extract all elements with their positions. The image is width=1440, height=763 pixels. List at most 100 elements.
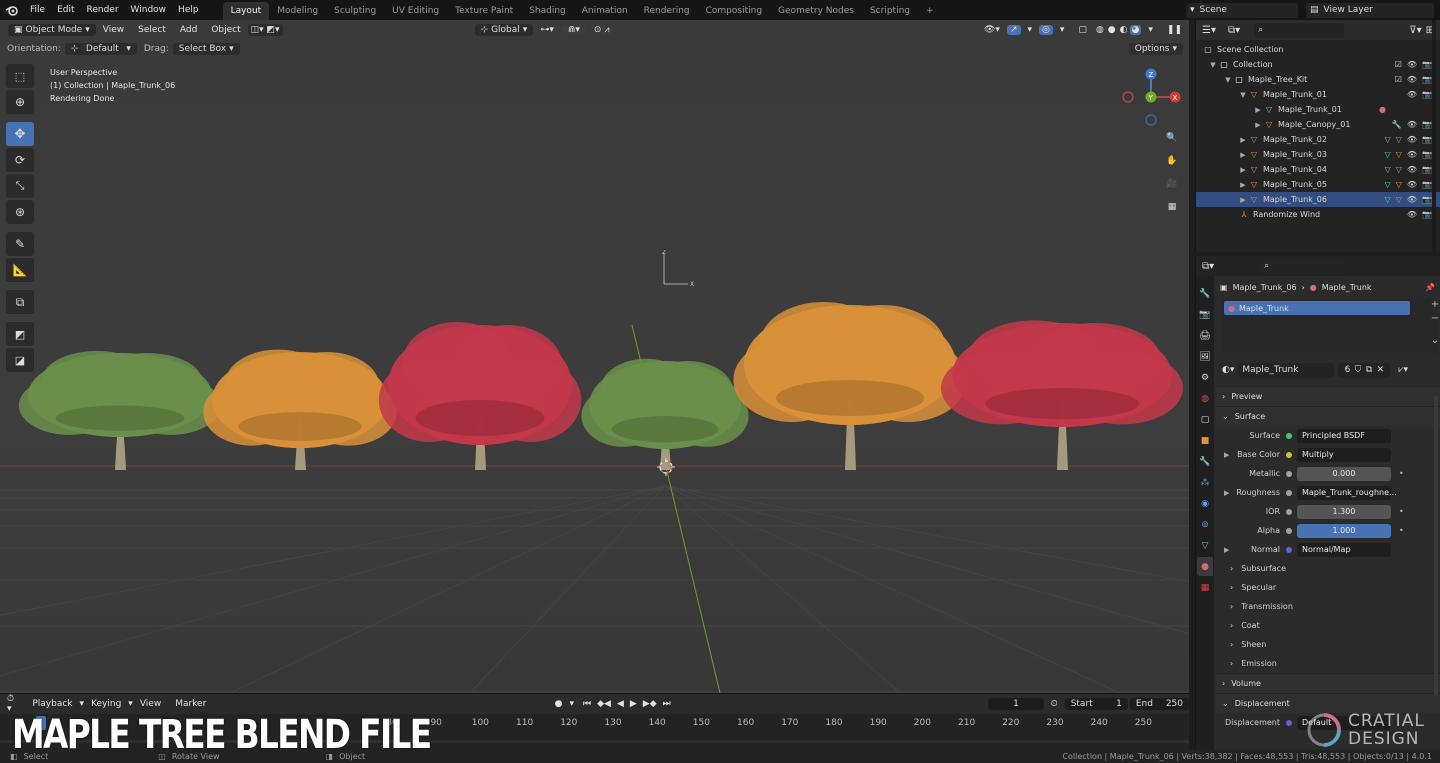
- tab-uv-editing[interactable]: UV Editing: [384, 2, 447, 20]
- blender-logo-icon[interactable]: [0, 0, 24, 20]
- maple-tree-6[interactable]: [941, 320, 1183, 470]
- socket-icon[interactable]: [1286, 451, 1292, 458]
- camera-icon[interactable]: 📷: [1422, 165, 1432, 174]
- material-tab-icon[interactable]: ●: [1197, 557, 1213, 576]
- jump-prev-keyframe-icon[interactable]: ◆◀: [594, 699, 614, 709]
- view-layer-tab-icon[interactable]: 🖼: [1197, 347, 1213, 366]
- jump-to-start-icon[interactable]: ⏮: [580, 699, 594, 709]
- editor-type-icon[interactable]: ⧉▾: [1202, 261, 1214, 272]
- solid-shading-icon[interactable]: ●: [1106, 25, 1118, 35]
- node-link-icon[interactable]: ⩗▾: [1398, 365, 1408, 375]
- rotate-tool[interactable]: ⟳: [6, 148, 34, 172]
- viewport-menu-view[interactable]: View: [96, 25, 131, 35]
- property-value[interactable]: Principled BSDF: [1297, 428, 1391, 443]
- menu-edit[interactable]: Edit: [51, 0, 80, 20]
- pivot-point-icon[interactable]: ⊶▾: [533, 25, 561, 35]
- volume-panel-header[interactable]: › Volume: [1216, 673, 1440, 693]
- tab-animation[interactable]: Animation: [574, 2, 636, 20]
- pin-icon[interactable]: 📌: [1425, 283, 1435, 292]
- snap-toggles-icon[interactable]: ◫▾ ◩▾: [247, 23, 283, 36]
- maple-tree-2[interactable]: [203, 349, 397, 470]
- eye-icon[interactable]: 👁: [1407, 60, 1417, 69]
- modifier-tab-icon[interactable]: 🔧: [1197, 452, 1213, 471]
- annotate-tool[interactable]: ✎: [6, 232, 34, 256]
- world-tab-icon[interactable]: ◍: [1197, 389, 1213, 408]
- camera-icon[interactable]: 📷: [1422, 210, 1432, 219]
- camera-icon[interactable]: 📷: [1422, 150, 1432, 159]
- disclosure-closed-icon[interactable]: ▶: [1224, 489, 1229, 497]
- editor-type-icon[interactable]: ⏱▾: [0, 694, 25, 714]
- camera-icon[interactable]: 📷: [1422, 75, 1432, 84]
- disclosure-open-icon[interactable]: ▼: [1238, 91, 1248, 99]
- timeline-menu-view[interactable]: View: [133, 699, 168, 709]
- disclosure-open-icon[interactable]: ▼: [1223, 76, 1233, 84]
- physics-tab-icon[interactable]: ◉: [1197, 494, 1213, 513]
- preview-range-clock-icon[interactable]: ⏲: [1044, 699, 1065, 709]
- material-slot-item[interactable]: ● Maple_Trunk: [1224, 301, 1410, 315]
- outliner-item[interactable]: ▶ ▽ Maple_Trunk_03 ▽ ▽ 👁 📷: [1196, 147, 1440, 162]
- measure-tool[interactable]: 📐: [6, 258, 34, 282]
- wireframe-shading-icon[interactable]: ◍: [1094, 25, 1106, 35]
- shear-tool[interactable]: ◩: [6, 322, 34, 346]
- scene-tab-icon[interactable]: ⚙: [1197, 368, 1213, 387]
- viewport-menu-add[interactable]: Add: [173, 25, 204, 35]
- tool-tab-icon[interactable]: 🔧: [1197, 284, 1213, 303]
- eye-icon[interactable]: 👁: [1407, 75, 1417, 84]
- material-preview-shading-icon[interactable]: ◐: [1118, 25, 1130, 35]
- eye-icon[interactable]: 👁: [1407, 150, 1417, 159]
- properties-scrollbar[interactable]: [1434, 396, 1438, 696]
- menu-render[interactable]: Render: [81, 0, 125, 20]
- outliner-scrollbar[interactable]: [1432, 20, 1436, 252]
- maple-tree-3[interactable]: [378, 322, 582, 470]
- tab-texture-paint[interactable]: Texture Paint: [447, 2, 521, 20]
- camera-icon[interactable]: 📷: [1422, 195, 1432, 204]
- camera-icon[interactable]: 📷: [1422, 60, 1432, 69]
- transform-tool[interactable]: ⊛: [6, 200, 34, 224]
- menu-window[interactable]: Window: [125, 0, 173, 20]
- keyframe-dot-icon[interactable]: •: [1399, 526, 1404, 535]
- disclosure-closed-icon[interactable]: ▶: [1238, 151, 1248, 159]
- eye-icon[interactable]: 👁: [1407, 165, 1417, 174]
- property-value[interactable]: 1.000: [1297, 523, 1391, 538]
- subpanel-header[interactable]: › Sheen: [1216, 635, 1440, 654]
- eye-icon[interactable]: 👁: [1407, 135, 1417, 144]
- maple-tree-4[interactable]: [581, 358, 749, 470]
- object-tab-icon[interactable]: ■: [1197, 431, 1213, 450]
- fake-user-shield-icon[interactable]: ⛉: [1355, 365, 1362, 375]
- checkbox-icon[interactable]: ☑: [1395, 60, 1402, 69]
- cursor-tool[interactable]: ⊕: [6, 90, 34, 114]
- zoom-icon[interactable]: 🔍: [1162, 128, 1182, 148]
- outliner-item[interactable]: ▼ ▽ Maple_Trunk_01 👁 📷: [1196, 87, 1440, 102]
- preview-panel-header[interactable]: › Preview: [1216, 386, 1440, 406]
- play-reverse-icon[interactable]: ◀: [614, 699, 627, 709]
- menu-help[interactable]: Help: [172, 0, 205, 20]
- camera-icon[interactable]: 📷: [1422, 120, 1432, 129]
- pause-render-icon[interactable]: ❚❚: [1160, 25, 1189, 35]
- disclosure-closed-icon[interactable]: ▶: [1238, 196, 1248, 204]
- tab-geometry-nodes[interactable]: Geometry Nodes: [770, 2, 862, 20]
- options-button[interactable]: Options ▾: [1128, 42, 1183, 55]
- socket-icon[interactable]: [1286, 508, 1292, 515]
- rendered-shading-icon[interactable]: ◕: [1129, 24, 1142, 35]
- user-count[interactable]: 6: [1345, 365, 1351, 375]
- duplicate-icon[interactable]: ⧉: [1366, 365, 1372, 375]
- pan-hand-icon[interactable]: ✋: [1162, 151, 1182, 171]
- subpanel-header[interactable]: › Emission: [1216, 654, 1440, 673]
- overlays-dropdown-icon[interactable]: ▾: [1053, 25, 1072, 35]
- render-tab-icon[interactable]: 📷: [1197, 305, 1213, 324]
- outliner-item[interactable]: ▶ ▽ Maple_Trunk_05 ▽ ▽ 👁 📷: [1196, 177, 1440, 192]
- subpanel-header[interactable]: › Subsurface: [1216, 559, 1440, 578]
- record-keyframes-icon[interactable]: ●: [548, 699, 570, 709]
- tab-shading[interactable]: Shading: [521, 2, 574, 20]
- orientation-selector[interactable]: ⊹ Default ▾: [64, 42, 137, 55]
- particles-tab-icon[interactable]: ⁂: [1197, 473, 1213, 492]
- 3d-cursor-icon[interactable]: [656, 458, 676, 478]
- disclosure-open-icon[interactable]: ▼: [1208, 61, 1218, 69]
- socket-icon[interactable]: [1286, 527, 1292, 534]
- properties-search-input[interactable]: ⌕: [1260, 258, 1345, 274]
- scale-cage-tool[interactable]: ◪: [6, 348, 34, 372]
- timeline-menu-playback[interactable]: Playback: [25, 699, 79, 709]
- remove-slot-icon[interactable]: −: [1429, 312, 1440, 326]
- subpanel-header[interactable]: › Specular: [1216, 578, 1440, 597]
- keyframe-dot-icon[interactable]: •: [1399, 469, 1404, 478]
